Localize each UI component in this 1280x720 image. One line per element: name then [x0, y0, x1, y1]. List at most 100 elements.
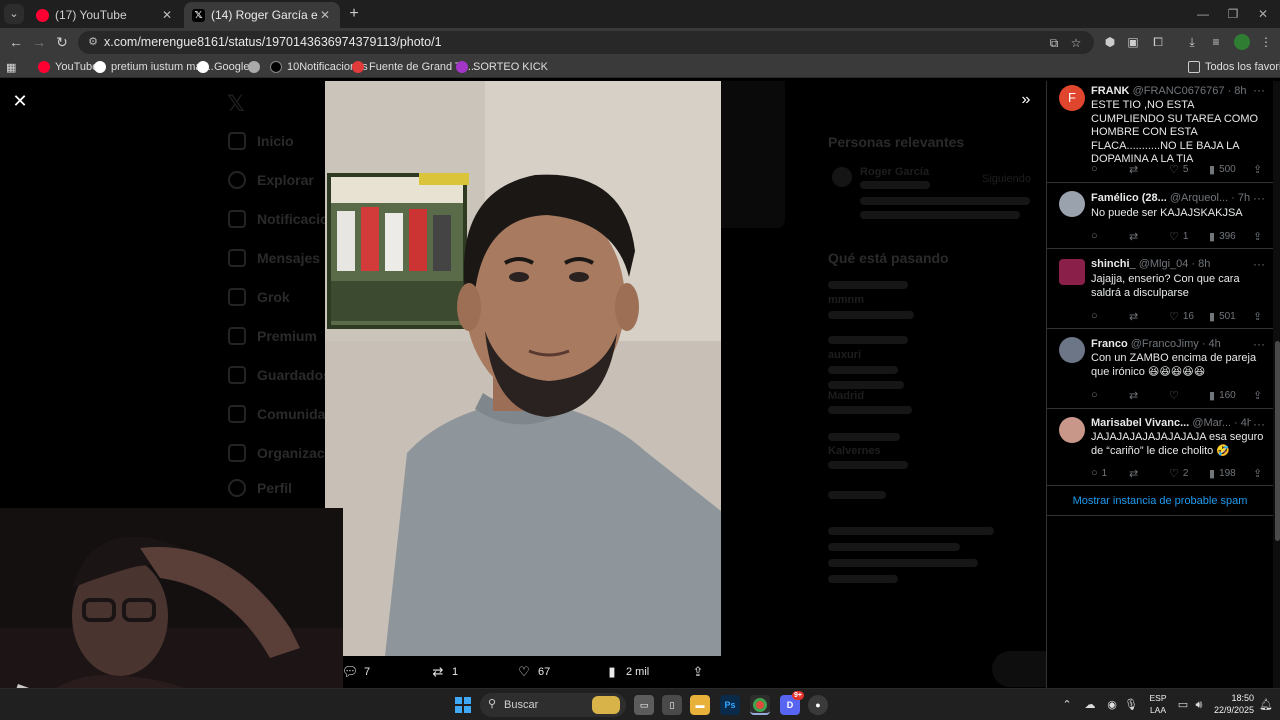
reply-handle[interactable]: @FrancoJimy · 4h — [1131, 338, 1221, 350]
scrollbar-thumb[interactable] — [1275, 341, 1280, 541]
views-icon-button[interactable]: ▮ 500 — [1209, 162, 1236, 176]
more-dots-icon[interactable]: ··· — [1251, 257, 1267, 271]
microphone-icon[interactable]: 🎙︎ — [1124, 697, 1138, 713]
app-icon[interactable]: ▯ — [662, 695, 682, 715]
reply-handle[interactable]: @FRANC0676767 · 8h — [1133, 85, 1247, 97]
like-icon-button[interactable]: ♡ 5 — [1169, 162, 1188, 176]
volume-icon[interactable]: 🔊︎ — [1192, 697, 1206, 713]
bookmark-google[interactable]: Google — [197, 59, 249, 75]
reply-item[interactable]: Franco @FrancoJimy · 4h ··· Con un ZAMBO… — [1047, 329, 1273, 409]
extensions-puzzle-icon[interactable]: ⧠ — [1150, 34, 1166, 50]
photoshop-icon[interactable]: Ps — [720, 695, 740, 715]
tab-x-post[interactable]: 𝕏 (14) Roger García en X: "#Repo ✕ — [184, 2, 340, 28]
reply-handle[interactable]: @Mar... · 4h — [1192, 417, 1251, 429]
reply-item[interactable]: F FRANK @FRANC0676767 · 8h ··· ESTE TIO … — [1047, 81, 1273, 183]
bookmark-youtube[interactable]: YouTube — [38, 59, 98, 75]
views-button[interactable]: ▮ 2 mil — [603, 662, 649, 682]
views-icon-button[interactable]: ▮ 396 — [1209, 229, 1236, 243]
apps-grid-icon[interactable]: ▦ — [6, 59, 16, 75]
bookmark-pretium[interactable]: pretium iustum mat... — [94, 59, 214, 75]
tab-close-icon[interactable]: ✕ — [318, 8, 332, 22]
task-view-icon[interactable]: ▭ — [634, 695, 654, 715]
bookmark-globe[interactable] — [248, 59, 265, 75]
more-dots-icon[interactable]: ··· — [1251, 337, 1267, 351]
views-icon-button[interactable]: ▮ 501 — [1209, 309, 1236, 323]
extension-shield-icon[interactable]: ⬢ — [1102, 34, 1118, 50]
profile-avatar[interactable] — [1234, 34, 1250, 50]
share-button[interactable]: ⇪ — [689, 662, 712, 682]
reply-item[interactable]: Famélico (28... @Arqueol... · 7h ··· No … — [1047, 183, 1273, 249]
show-spam-link[interactable]: Mostrar instancia de probable spam — [1047, 486, 1273, 516]
tab-youtube[interactable]: (17) YouTube ✕ — [28, 2, 182, 28]
reload-icon[interactable]: ↻ — [52, 32, 72, 52]
back-arrow-icon[interactable]: ← — [6, 32, 26, 52]
reply-icon-button[interactable]: ○ — [1091, 162, 1102, 176]
replies-scrollbar[interactable] — [1273, 81, 1280, 688]
like-icon-button[interactable]: ♡ 1 — [1169, 229, 1188, 243]
avatar[interactable] — [1059, 191, 1085, 217]
more-dots-icon[interactable]: ··· — [1251, 417, 1267, 431]
repost-icon-button[interactable]: ⇄ — [1129, 229, 1142, 243]
share-icon-button[interactable]: ⇪ — [1253, 309, 1266, 323]
repost-button[interactable]: ⇄ 1 — [429, 662, 459, 682]
download-icon[interactable]: ⤓ — [1184, 34, 1200, 50]
file-explorer-icon[interactable]: ▬ — [690, 695, 710, 715]
window-close-icon[interactable]: ✕ — [1248, 4, 1278, 24]
more-dots-icon[interactable]: ··· — [1251, 191, 1267, 205]
reply-icon-button[interactable]: ○ 1 — [1091, 466, 1107, 480]
network-icon[interactable]: ▭ — [1176, 697, 1190, 713]
repost-icon-button[interactable]: ⇄ — [1129, 162, 1142, 176]
reply-author[interactable]: Franco — [1091, 338, 1128, 350]
share-icon-button[interactable]: ⇪ — [1253, 388, 1266, 402]
like-icon-button[interactable]: ♡ 2 — [1169, 466, 1188, 480]
bookmark-star-icon[interactable]: ☆ — [1068, 35, 1084, 51]
forward-arrow-icon[interactable]: → — [29, 32, 49, 52]
new-tab-plus-icon[interactable]: + — [344, 4, 364, 24]
address-bar[interactable]: ⚙ x.com/merengue8161/status/197014363697… — [78, 31, 1094, 54]
extension-box-icon[interactable]: ▣ — [1125, 34, 1141, 50]
language-indicator[interactable]: ESP LAA — [1146, 692, 1170, 716]
reply-handle[interactable]: @Arqueol... · 7h — [1170, 192, 1250, 204]
more-dots-icon[interactable]: ··· — [1251, 83, 1267, 97]
repost-icon-button[interactable]: ⇄ — [1129, 388, 1142, 402]
reply-author[interactable]: Famélico (28... — [1091, 192, 1167, 204]
collapse-replies-icon[interactable]: » — [1016, 90, 1036, 110]
avatar[interactable] — [1059, 337, 1085, 363]
repost-icon-button[interactable]: ⇄ — [1129, 466, 1142, 480]
media-list-icon[interactable]: ≡ — [1208, 34, 1224, 50]
tab-close-icon[interactable]: ✕ — [160, 8, 174, 22]
close-photo-icon[interactable]: ✕ — [10, 91, 30, 111]
share-icon-button[interactable]: ⇪ — [1253, 229, 1266, 243]
like-button[interactable]: ♡ 67 — [515, 662, 550, 682]
like-icon-button[interactable]: ♡ — [1169, 388, 1183, 402]
avatar[interactable] — [1059, 417, 1085, 443]
reply-icon-button[interactable]: ○ — [1091, 388, 1102, 402]
install-app-icon[interactable]: ⧉ — [1046, 35, 1062, 51]
reply-button[interactable]: 💬︎ 7 — [341, 662, 370, 682]
windows-start-icon[interactable] — [455, 697, 471, 713]
reply-author[interactable]: FRANK — [1091, 85, 1130, 97]
like-icon-button[interactable]: ♡ 16 — [1169, 309, 1194, 323]
views-icon-button[interactable]: ▮ 160 — [1209, 388, 1236, 402]
reply-handle[interactable]: @Mlgi_04 · 8h — [1139, 258, 1211, 270]
avatar[interactable]: F — [1059, 85, 1085, 111]
chrome-icon[interactable] — [750, 695, 770, 715]
reply-item[interactable]: shinchi_ @Mlgi_04 · 8h ··· Jajajja, ense… — [1047, 249, 1273, 329]
tray-chevron-icon[interactable]: ⌃ — [1060, 697, 1074, 713]
restore-icon[interactable]: ❐ — [1218, 4, 1248, 24]
minimize-icon[interactable]: — — [1188, 4, 1218, 24]
reply-author[interactable]: shinchi_ — [1091, 258, 1136, 270]
share-icon-button[interactable]: ⇪ — [1253, 162, 1266, 176]
clock[interactable]: 18:50 22/9/2025 — [1210, 692, 1254, 716]
reply-icon-button[interactable]: ○ — [1091, 309, 1102, 323]
taskbar-search[interactable]: ⚲ Buscar — [480, 693, 626, 717]
post-photo[interactable] — [325, 81, 721, 656]
obs-icon[interactable]: ● — [808, 695, 828, 715]
defender-icon[interactable]: ◉ — [1104, 697, 1120, 713]
share-icon-button[interactable]: ⇪ — [1253, 466, 1266, 480]
onedrive-icon[interactable]: ☁ — [1082, 697, 1098, 713]
reply-author[interactable]: Marisabel Vivanc... — [1091, 417, 1189, 429]
reply-icon-button[interactable]: ○ — [1091, 229, 1102, 243]
discord-icon[interactable]: D 9+ — [780, 691, 804, 715]
reply-item[interactable]: Marisabel Vivanc... @Mar... · 4h ··· JAJ… — [1047, 409, 1273, 486]
